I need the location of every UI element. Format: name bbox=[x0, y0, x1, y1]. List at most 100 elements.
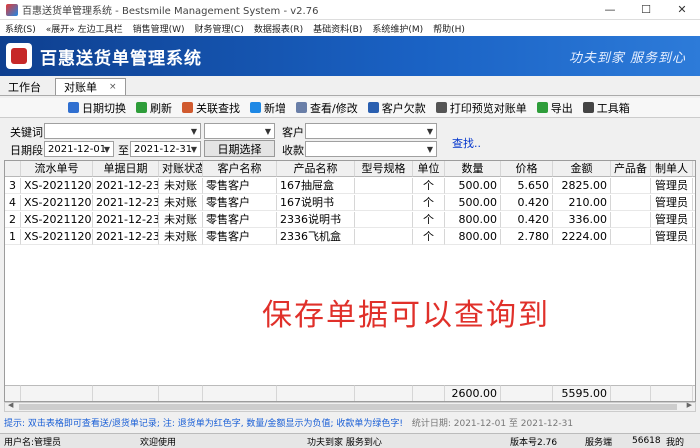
menu-help[interactable]: 帮助(H) bbox=[428, 22, 470, 35]
table-cell: XS-202112001 bbox=[21, 178, 93, 194]
horizontal-scrollbar[interactable]: ◀ ▶ bbox=[4, 401, 696, 412]
column-header[interactable]: 金额 bbox=[553, 161, 611, 177]
table-cell: 个 bbox=[413, 195, 445, 211]
menu-expand-toolbar[interactable]: «展开» 左边工具栏 bbox=[41, 22, 128, 35]
table-header: 流水单号单据日期对账状态客户名称产品名称型号规格单位数量价格金额产品备制单人2 bbox=[5, 161, 695, 177]
table-cell: 未对账 bbox=[159, 195, 203, 211]
tab-close-icon[interactable]: × bbox=[109, 82, 117, 92]
table-cell: 2 bbox=[693, 212, 695, 228]
menu-reports[interactable]: 数据报表(R) bbox=[249, 22, 308, 35]
scroll-left-icon[interactable]: ◀ bbox=[8, 401, 13, 409]
chevron-down-icon: ▼ bbox=[190, 126, 198, 136]
column-header[interactable]: 单位 bbox=[413, 161, 445, 177]
table-cell: 未对账 bbox=[159, 229, 203, 245]
column-header[interactable]: 流水单号 bbox=[21, 161, 93, 177]
scroll-thumb[interactable] bbox=[19, 404, 677, 410]
table-cell: 零售客户 bbox=[203, 195, 277, 211]
menu-bar: 系统(S) «展开» 左边工具栏 销售管理(W) 财务管理(C) 数据报表(R)… bbox=[0, 20, 700, 36]
table-row[interactable]: 1XS-2021120012021-12-23未对账零售客户2336飞机盒 个80… bbox=[5, 229, 695, 245]
customer-debt-button[interactable]: 客户欠款 bbox=[367, 100, 426, 116]
table-row[interactable]: 2XS-2021120012021-12-23未对账零售客户2336说明书个80… bbox=[5, 212, 695, 228]
keyword-match-select[interactable]: ▼ bbox=[204, 123, 275, 139]
keyword-field-select[interactable]: ▼ bbox=[44, 123, 201, 139]
table-cell bbox=[355, 178, 413, 194]
table-cell: 未对账 bbox=[159, 178, 203, 194]
print-preview-button[interactable]: 打印预览对账单 bbox=[435, 100, 527, 116]
search-link[interactable]: 查找.. bbox=[452, 135, 481, 151]
print-preview-label: 打印预览对账单 bbox=[449, 101, 527, 115]
table-cell: 2021-12-23 bbox=[93, 229, 159, 245]
date-switch-button[interactable]: 日期切换 bbox=[68, 100, 126, 116]
table-cell: XS-202112001 bbox=[21, 212, 93, 228]
tab-statement-label: 对账单 bbox=[64, 81, 97, 94]
table-cell: 管理员 bbox=[651, 178, 693, 194]
table-cell: 管理员 bbox=[651, 195, 693, 211]
column-header[interactable]: 数量 bbox=[445, 161, 501, 177]
add-label: 新增 bbox=[264, 101, 286, 115]
column-header[interactable]: 客户名称 bbox=[203, 161, 277, 177]
table-cell: 0.420 bbox=[501, 212, 553, 228]
menu-system[interactable]: 系统(S) bbox=[0, 22, 41, 35]
customer-select[interactable]: ▼ bbox=[305, 123, 437, 139]
table-cell: 4 bbox=[5, 195, 21, 211]
menu-maintenance[interactable]: 系统维护(M) bbox=[367, 22, 428, 35]
filter-panel: 关键词 ▼ ▼ 客户 ▼ 日期段 2021-12-01 ▼ 至 2021-12-3… bbox=[0, 121, 700, 159]
table-row[interactable]: 4XS-2021120012021-12-23未对账零售客户167说明书 个500… bbox=[5, 195, 695, 211]
date-to-input[interactable]: 2021-12-31 ▼ bbox=[130, 141, 201, 157]
refresh-button[interactable]: 刷新 bbox=[136, 100, 172, 116]
link-search-button[interactable]: 关联查找 bbox=[182, 100, 240, 116]
table-cell: 零售客户 bbox=[203, 178, 277, 194]
add-button[interactable]: 新增 bbox=[250, 100, 286, 116]
totals-cell bbox=[501, 385, 553, 401]
column-header[interactable]: 产品备 bbox=[611, 161, 651, 177]
table-cell: 个 bbox=[413, 229, 445, 245]
table-cell bbox=[355, 195, 413, 211]
close-button[interactable]: ✕ bbox=[664, 0, 700, 20]
totals-cell bbox=[21, 385, 93, 401]
tab-workbench[interactable]: 工作台 bbox=[0, 78, 49, 95]
toolbar: 日期切换 刷新 关联查找 新增 查看/修改 客户欠款 打印预览对账单 导出 工具箱 bbox=[0, 98, 700, 118]
date-select-button[interactable]: 日期选择 bbox=[204, 140, 275, 157]
table-cell: 2021-12-23 bbox=[93, 212, 159, 228]
column-header[interactable]: 单据日期 bbox=[93, 161, 159, 177]
app-logo bbox=[6, 43, 32, 69]
table-cell: 2 bbox=[693, 178, 695, 194]
totals-cell bbox=[693, 385, 695, 401]
customer-debt-label: 客户欠款 bbox=[381, 101, 426, 115]
table-cell: 2 bbox=[693, 229, 695, 245]
chevron-down-icon: ▼ bbox=[264, 126, 272, 136]
table-cell: 2021-12-23 bbox=[93, 195, 159, 211]
export-button[interactable]: 导出 bbox=[536, 100, 573, 116]
date-from-input[interactable]: 2021-12-01 ▼ bbox=[44, 141, 114, 157]
table-cell: 2 bbox=[693, 195, 695, 211]
receipt-select[interactable]: ▼ bbox=[305, 141, 437, 157]
title-bar: 百惠送货单管理系统 - Bestsmile Management System … bbox=[0, 0, 700, 20]
toolbox-button[interactable]: 工具箱 bbox=[582, 100, 630, 116]
table-cell bbox=[611, 178, 651, 194]
column-header[interactable]: 型号规格 bbox=[355, 161, 413, 177]
table-cell bbox=[355, 229, 413, 245]
column-header[interactable]: 2 bbox=[693, 161, 695, 177]
column-header[interactable]: 制单人 bbox=[651, 161, 693, 177]
menu-finance[interactable]: 财务管理(C) bbox=[190, 22, 249, 35]
column-header[interactable] bbox=[5, 161, 21, 177]
table-cell: 2021-12-23 bbox=[93, 178, 159, 194]
maximize-button[interactable]: ☐ bbox=[628, 0, 664, 20]
table-cell: 零售客户 bbox=[203, 229, 277, 245]
tab-statement[interactable]: 对账单 × bbox=[55, 78, 126, 95]
app-banner: 百惠送货单管理系统 功夫到家 服务到心 bbox=[0, 36, 700, 76]
column-header[interactable]: 价格 bbox=[501, 161, 553, 177]
menu-basic-data[interactable]: 基础资料(B) bbox=[308, 22, 367, 35]
column-header[interactable]: 产品名称 bbox=[277, 161, 355, 177]
column-header[interactable]: 对账状态 bbox=[159, 161, 203, 177]
table-cell bbox=[611, 212, 651, 228]
scroll-right-icon[interactable]: ▶ bbox=[687, 401, 692, 409]
table-cell: 500.00 bbox=[445, 195, 501, 211]
minimize-button[interactable]: — bbox=[592, 0, 628, 20]
stat-date: 统计日期: 2021-12-01 至 2021-12-31 bbox=[411, 419, 574, 429]
menu-sales[interactable]: 销售管理(W) bbox=[128, 22, 190, 35]
view-edit-button[interactable]: 查看/修改 bbox=[296, 100, 358, 116]
table-row[interactable]: 3XS-2021120012021-12-23未对账零售客户167抽屉盒 个500… bbox=[5, 178, 695, 194]
overlay-caption: 保存单据可以查询到 bbox=[262, 298, 550, 333]
status-bar: 用户名:管理员 欢迎使用 功夫到家 服务到心 版本号2.76 服务端 56618… bbox=[0, 433, 700, 448]
